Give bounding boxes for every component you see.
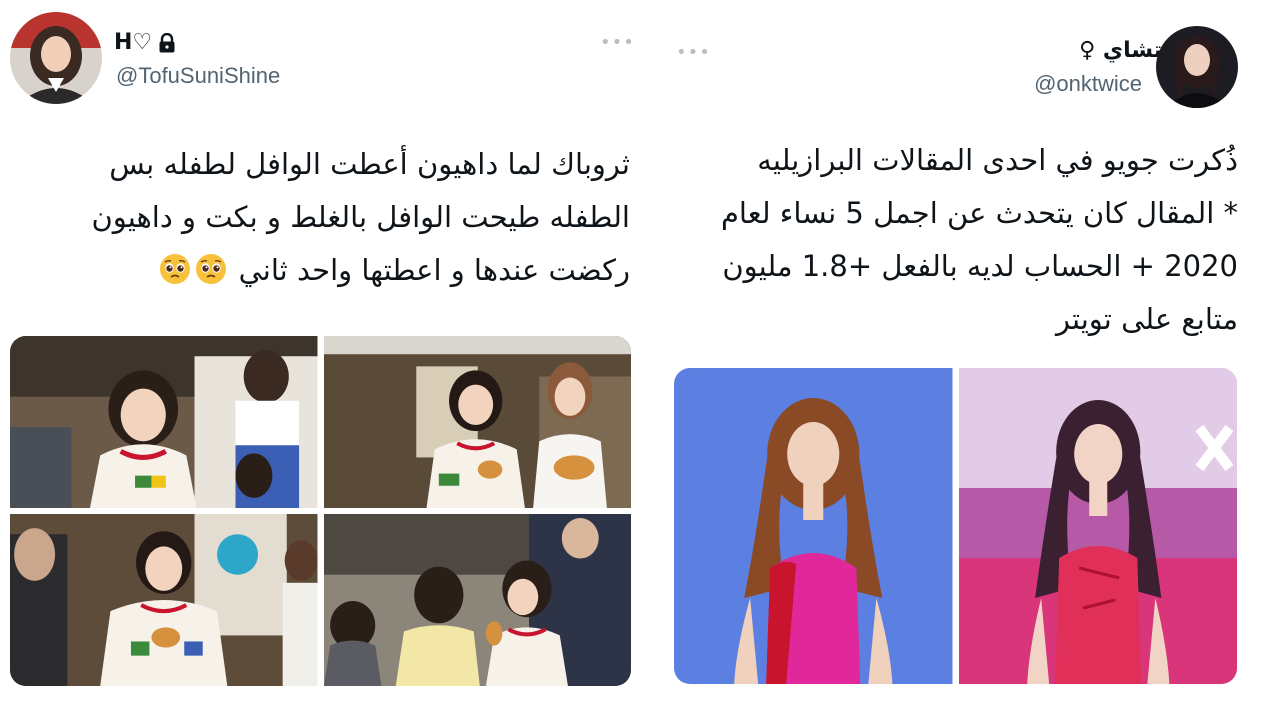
display-name[interactable]: تشاي ♀ [1079,38,1162,63]
pleading-face-icon [159,249,191,284]
author-name-line: تشاي ♀ [1079,38,1162,63]
tweet-text-line: 2020 + الحساب لديه بالفعل +1.8 مليون [722,249,1238,283]
tweet-text: ذُكرت جويو في احدى المقالات البرازيليه *… [664,134,1238,346]
tweet-text-line: الطفله طيحت الوافل بالغلط و بكت و داهيون [91,200,630,234]
media-photo[interactable] [958,368,1237,684]
tweet-text-line-content: ركضت عندها و اعطتها واحد ثاني [238,253,630,287]
tweet-text-line: ثروباك لما داهيون أعطت الوافل لطفله بس [109,147,630,181]
pleading-face-icon [195,249,227,284]
media-photo[interactable] [323,336,631,508]
author-name-line: H♡ [114,30,176,55]
tweet-text-line: متابع على تويتر [1055,302,1238,336]
author-handle[interactable]: @onktwice [1034,71,1142,97]
author-handle[interactable]: @TofuSuniShine [116,63,280,89]
lock-icon [158,32,176,53]
media-photo[interactable] [323,514,631,686]
more-options-icon[interactable]: ••• [600,34,635,52]
display-name[interactable]: H♡ [114,30,152,55]
tweet-media-grid [10,336,631,686]
media-photo[interactable] [10,514,318,686]
tweet-text-line: * المقال كان يتحدث عن اجمل 5 نساء لعام [720,196,1238,230]
tweet-text: ثروباك لما داهيون أعطت الوافل لطفله بس ا… [10,138,630,297]
tweet-text-line: ذُكرت جويو في احدى المقالات البرازيليه [757,143,1238,177]
author-avatar[interactable] [1156,26,1238,108]
media-photo[interactable] [674,368,953,684]
tweet-text-line: ركضت عندها و اعطتها واحد ثاني [10,244,630,297]
media-photo[interactable] [10,336,318,508]
author-avatar[interactable] [10,12,102,104]
tweet-right: ••• تشاي ♀ @onktwice ذُكرت جويو في احدى … [648,0,1280,720]
tweet-media-grid [674,368,1237,684]
tweet-left: H♡ @TofuSuniShine ••• ثروباك لما داهيون … [0,0,640,720]
more-options-icon[interactable]: ••• [676,44,711,62]
